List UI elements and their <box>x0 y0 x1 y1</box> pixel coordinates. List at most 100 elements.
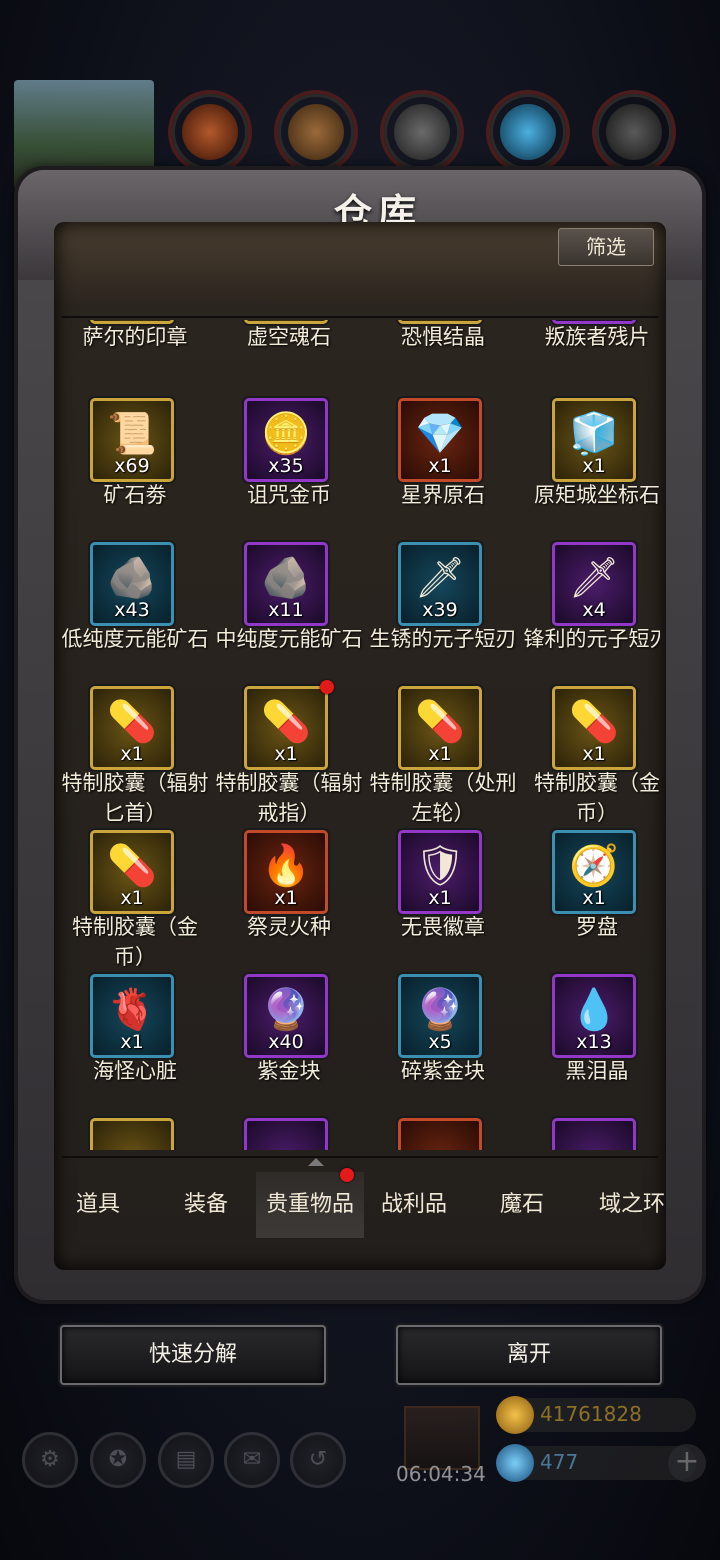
item-name: 特制胶囊（处刑左轮） <box>369 771 517 825</box>
item-quantity: x1 <box>274 887 298 909</box>
item-frame[interactable]: 🔮 x5 <box>398 974 482 1058</box>
back-icon[interactable]: ↺ <box>290 1432 346 1488</box>
divider <box>62 1156 658 1158</box>
item-frame[interactable]: 🧭 x1 <box>552 830 636 914</box>
item-name: 原矩城坐标石 <box>534 483 660 507</box>
item-frame[interactable]: 🔥 x1 <box>244 830 328 914</box>
heart-icon: 🫀 <box>107 987 157 1033</box>
item-frame[interactable]: 🗡 x4 <box>552 542 636 626</box>
gem-counter: 477 <box>496 1444 696 1482</box>
resource-slot <box>380 90 464 174</box>
item-quantity: x43 <box>114 599 150 621</box>
item-frame[interactable]: 🪙 x35 <box>244 398 328 482</box>
divider <box>62 316 658 318</box>
resource-slot <box>168 90 252 174</box>
green-crystal-icon: 💎 <box>415 411 465 457</box>
item-frame[interactable]: 💎 x1 <box>398 398 482 482</box>
scroll-icon: 📜 <box>107 411 157 457</box>
ore-icon: 🪨 <box>107 555 157 601</box>
item-name: 萨尔的印章 <box>82 325 188 349</box>
item-frame[interactable]: 📜 x69 <box>90 398 174 482</box>
item-frame[interactable]: 🔮 x40 <box>244 974 328 1058</box>
item-quantity: x1 <box>582 887 606 909</box>
item-quantity: x1 <box>582 455 606 477</box>
item-frame[interactable]: 🪨 x43 <box>90 542 174 626</box>
tab-domain-rings[interactable]: 域之环 <box>578 1172 686 1238</box>
item-quantity: x1 <box>428 455 452 477</box>
item-frame[interactable]: 💊 x1 <box>244 686 328 770</box>
badge-icon: 🛡 <box>414 843 466 889</box>
item-name: 中纯度元能矿石 <box>215 627 363 651</box>
item-frame[interactable]: 💊 x1 <box>90 830 174 914</box>
cube-icon: 🧊 <box>569 411 619 457</box>
tab-magic-stones[interactable]: 魔石 <box>468 1172 576 1238</box>
item-name: 诅咒金币 <box>247 483 331 507</box>
item-quantity: x1 <box>120 887 144 909</box>
item-frame[interactable]: 💊 x1 <box>552 686 636 770</box>
add-currency-button[interactable]: + <box>668 1444 706 1482</box>
item-quantity: x1 <box>428 743 452 765</box>
item-frame[interactable] <box>398 1118 482 1150</box>
coin-icon: 🪙 <box>261 411 311 457</box>
compass-icon: 🧭 <box>569 843 619 889</box>
amethyst-shard-icon: 🔮 <box>415 987 465 1033</box>
capsule-icon: 💊 <box>261 699 311 745</box>
black-tear-icon: 💧 <box>569 987 619 1033</box>
item-quantity: x39 <box>422 599 458 621</box>
item-name: 海怪心脏 <box>93 1059 177 1083</box>
item-frame[interactable]: 🧊 x1 <box>552 398 636 482</box>
item-frame[interactable]: 🗡 x39 <box>398 542 482 626</box>
item-quantity: x40 <box>268 1031 304 1053</box>
item-frame[interactable]: 🛡 x1 <box>398 830 482 914</box>
item-name: 无畏徽章 <box>401 915 485 939</box>
resource-slot <box>274 90 358 174</box>
gift-box-icon[interactable] <box>404 1406 480 1470</box>
flame-icon: 🔥 <box>261 843 311 889</box>
item-frame[interactable] <box>244 1118 328 1150</box>
notification-dot <box>320 680 334 694</box>
item-name: 紫金块 <box>257 1059 321 1083</box>
item-quantity: x35 <box>268 455 304 477</box>
item-quantity: x1 <box>428 887 452 909</box>
leave-button[interactable]: 离开 <box>396 1325 662 1385</box>
capsule-icon: 💊 <box>107 699 157 745</box>
book-icon[interactable]: ▤ <box>158 1432 214 1488</box>
mail-icon[interactable]: ✉ <box>224 1432 280 1488</box>
amethyst-icon: 🔮 <box>261 987 311 1033</box>
item-name: 特制胶囊（金币） <box>72 915 198 969</box>
item-frame[interactable]: 💊 x1 <box>90 686 174 770</box>
item-name: 生锈的元子短刃 <box>369 627 517 651</box>
ore-icon: 🪨 <box>261 555 311 601</box>
item-quantity: x4 <box>582 599 606 621</box>
item-frame[interactable] <box>552 1118 636 1150</box>
item-name: 锋利的元子短刃 <box>523 627 661 651</box>
item-name: 祭灵火种 <box>247 915 331 939</box>
item-quantity: x1 <box>120 1031 144 1053</box>
tab-equipment[interactable]: 装备 <box>152 1172 260 1238</box>
resource-slot <box>486 90 570 174</box>
item-quantity: x1 <box>274 743 298 765</box>
item-name: 低纯度元能矿石 <box>61 627 209 651</box>
item-frame[interactable]: 💧 x13 <box>552 974 636 1058</box>
quick-decompose-button[interactable]: 快速分解 <box>60 1325 326 1385</box>
item-name: 叛族者残片 <box>544 325 650 349</box>
item-quantity: x69 <box>114 455 150 477</box>
tab-valuables[interactable]: 贵重物品 <box>256 1168 364 1238</box>
item-frame[interactable]: 💊 x1 <box>398 686 482 770</box>
item-name: 虚空魂石 <box>247 325 331 349</box>
gold-counter: 41761828 <box>496 1396 696 1434</box>
item-grid[interactable]: 萨尔的印章 虚空魂石 恐惧结晶 叛族者残片 📜 x69 矿石劵 🪙 x35 诅咒金币 💎 x1 星界原石… <box>60 320 660 1150</box>
filter-button[interactable]: 筛选 <box>558 228 654 266</box>
item-frame[interactable]: 🫀 x1 <box>90 974 174 1058</box>
settings-icon[interactable]: ⚙ <box>22 1432 78 1488</box>
badge-icon[interactable]: ✪ <box>90 1432 146 1488</box>
gem-icon <box>496 1444 534 1482</box>
capsule-icon: 💊 <box>107 843 157 889</box>
tab-indicator <box>308 1158 324 1166</box>
item-name: 碎紫金块 <box>401 1059 485 1083</box>
item-frame[interactable] <box>90 1118 174 1150</box>
tab-items[interactable]: 道具 <box>44 1172 152 1238</box>
tab-loot[interactable]: 战利品 <box>360 1172 468 1238</box>
item-frame[interactable]: 🪨 x11 <box>244 542 328 626</box>
category-tabs: 道具 装备 贵重物品 战利品 魔石 域之环 <box>44 1168 676 1238</box>
